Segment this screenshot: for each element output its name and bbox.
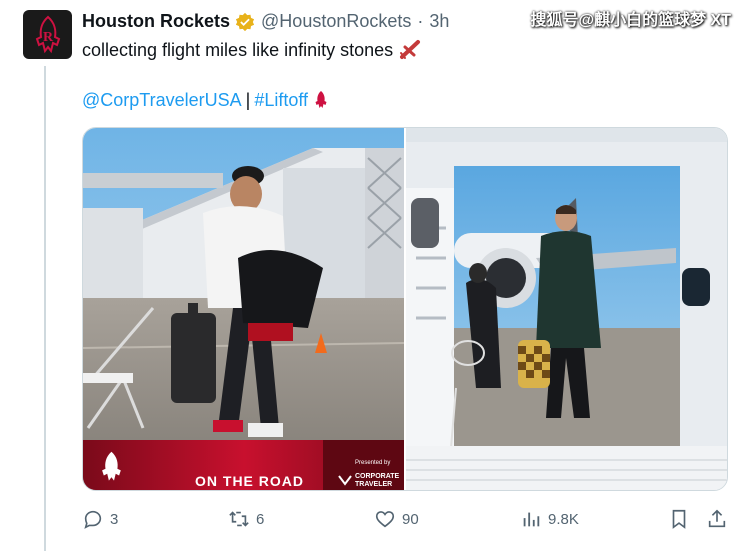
author-name[interactable]: Houston Rockets xyxy=(82,11,230,32)
photo-left[interactable]: ON THE ROAD Presented by CORPORATE TRAVE… xyxy=(83,128,404,490)
reply-button[interactable]: 3 xyxy=(82,508,118,530)
airplane-emoji-icon xyxy=(400,40,421,59)
tweet-time[interactable]: 3h xyxy=(429,11,449,32)
watermark-tail: XT xyxy=(710,12,731,29)
repost-button[interactable]: 6 xyxy=(228,508,264,530)
media-grid: ON THE ROAD Presented by CORPORATE TRAVE… xyxy=(82,127,728,491)
photo-left-scene xyxy=(83,128,404,490)
bookmark-icon xyxy=(672,509,686,529)
sponsor-logo-icon xyxy=(338,475,352,486)
verified-badge-icon xyxy=(235,12,255,31)
views-button[interactable]: 9.8K xyxy=(520,508,579,530)
like-button[interactable]: 90 xyxy=(374,508,419,530)
mention-link[interactable]: @CorpTravelerUSA xyxy=(82,88,242,112)
dot-separator: · xyxy=(417,11,424,31)
tag-divider: | xyxy=(245,90,251,110)
share-button[interactable] xyxy=(706,508,728,530)
reply-icon xyxy=(84,510,102,529)
reply-count: 3 xyxy=(110,510,119,528)
tweet-tags: @CorpTravelerUSA | #Liftoff xyxy=(82,88,330,112)
hashtag-link[interactable]: #Liftoff xyxy=(254,88,308,112)
like-count: 90 xyxy=(402,510,419,528)
banner-title: ON THE ROAD xyxy=(195,473,304,489)
tweet-text: collecting flight miles like infinity st… xyxy=(82,38,423,62)
svg-text:R: R xyxy=(42,30,53,45)
thread-line xyxy=(44,66,46,551)
repost-count: 6 xyxy=(256,510,265,528)
share-icon xyxy=(708,509,726,528)
tweet-actions: 3 6 90 9.8K xyxy=(82,508,728,534)
avatar[interactable]: R xyxy=(23,10,72,59)
tweet-body: collecting flight miles like infinity st… xyxy=(82,40,394,60)
watermark: 搜狐号@麒小白的篮球梦 XT xyxy=(530,6,731,30)
sponsor-name-2: TRAVELER xyxy=(355,481,393,488)
author-handle[interactable]: @HoustonRockets xyxy=(261,11,411,32)
sponsor-name-1: CORPORATE xyxy=(355,473,400,480)
photo-right-scene xyxy=(406,128,727,490)
watermark-text: 搜狐号@麒小白的篮球梦 xyxy=(530,12,707,29)
bookmark-button[interactable] xyxy=(668,508,690,530)
views-count: 9.8K xyxy=(548,510,579,528)
rockets-logo-icon: R xyxy=(35,15,60,53)
heart-icon xyxy=(375,511,395,528)
sponsor-presented: Presented by xyxy=(355,460,391,466)
tweet-header: Houston Rockets @HoustonRockets · 3h xyxy=(82,11,449,32)
hashtag-logo-icon xyxy=(315,91,327,108)
photo-right[interactable] xyxy=(406,128,727,490)
views-icon xyxy=(523,512,540,527)
repost-icon xyxy=(229,511,249,527)
